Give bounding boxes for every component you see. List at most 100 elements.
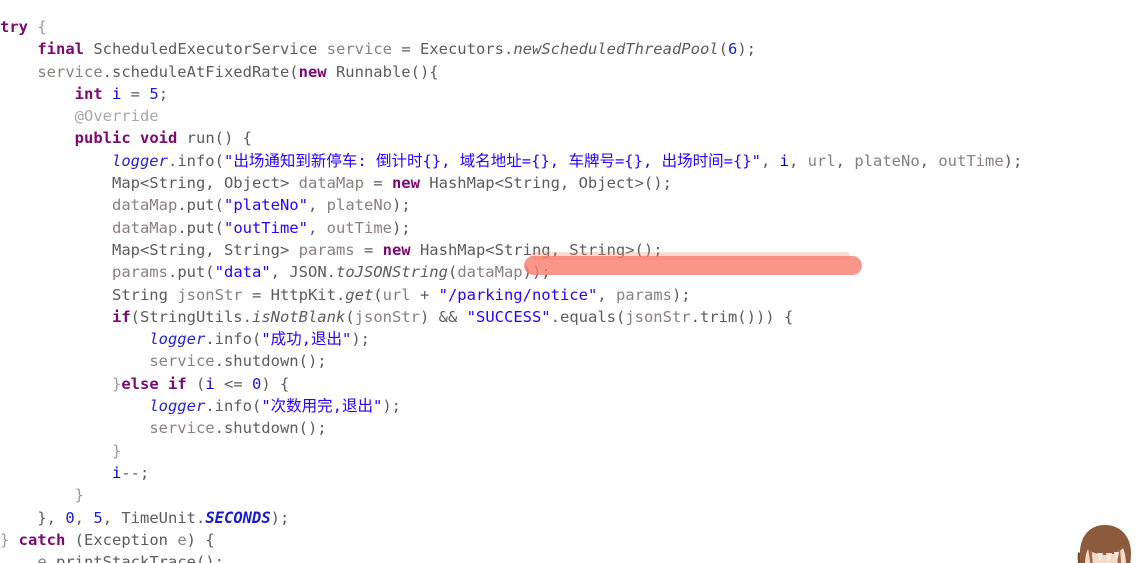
- code-token: "/parking/notice": [438, 285, 598, 304]
- code-token: params: [111, 263, 168, 282]
- code-token: isNotBlank: [251, 307, 346, 326]
- code-token: outTime: [326, 218, 392, 237]
- code-token: if: [111, 307, 131, 326]
- code-line: logger.info("出场通知到新停车: 倒计时{}, 域名地址={}, 车…: [0, 150, 1140, 172]
- code-line: }: [0, 484, 1140, 506]
- code-token: .info(: [205, 330, 262, 349]
- code-line: dataMap.put("outTime", outTime);: [0, 217, 1140, 239]
- code-token: service: [149, 419, 215, 438]
- code-token: );: [391, 196, 411, 215]
- code-line: }, 0, 5, TimeUnit.SECONDS);: [0, 507, 1140, 529]
- code-line: int i = 5;: [0, 83, 1140, 105]
- code-line: logger.info("成功,退出");: [0, 328, 1140, 350]
- code-token: (: [718, 40, 728, 59]
- code-token: jsonStr: [354, 307, 420, 326]
- code-token: void: [140, 129, 178, 148]
- code-token: logger: [111, 151, 168, 170]
- code-token: logger: [149, 397, 206, 416]
- code-token: ,: [919, 151, 939, 170]
- code-token: HashMap<String, Object>();: [419, 174, 672, 193]
- code-token: newScheduledThreadPool: [513, 40, 719, 59]
- code-token: ,: [760, 151, 780, 170]
- code-token: String: [111, 285, 178, 304]
- code-token: .printStackTrace();: [46, 553, 224, 563]
- code-token: ,: [307, 196, 327, 215]
- code-line: service.shutdown();: [0, 417, 1140, 439]
- code-token: else: [121, 374, 159, 393]
- code-line: if(StringUtils.isNotBlank(jsonStr) && "S…: [0, 306, 1140, 328]
- code-token: service: [326, 40, 392, 59]
- code-token: catch: [18, 530, 66, 549]
- code-token: ;: [158, 84, 169, 103]
- code-token: .scheduleAtFixedRate(: [102, 62, 299, 81]
- code-token: i: [112, 84, 122, 103]
- code-token: plateNo: [326, 196, 392, 215]
- code-token: dataMap: [111, 218, 178, 237]
- code-token: i: [111, 463, 122, 482]
- code-token: }: [0, 530, 19, 549]
- code-token: jsonStr: [625, 307, 691, 326]
- code-token: service: [149, 352, 215, 371]
- code-token: HashMap<String, String>();: [410, 240, 663, 259]
- code-token: 0: [65, 508, 75, 527]
- code-token: dataMap: [111, 196, 178, 215]
- code-line: service.shutdown();: [0, 350, 1140, 372]
- code-line: } catch (Exception e) {: [0, 529, 1140, 551]
- code-token: =: [391, 40, 420, 59]
- java-source-code[interactable]: try { final ScheduledExecutorService ser…: [0, 0, 1140, 563]
- code-token: params: [615, 285, 672, 304]
- code-token: url: [807, 151, 836, 170]
- code-token: plateNo: [854, 151, 920, 170]
- code-token: }: [111, 374, 122, 393]
- code-token: ,: [74, 508, 94, 527]
- code-token: (: [373, 285, 383, 304]
- code-token: },: [37, 508, 66, 527]
- code-token: =: [354, 240, 383, 259]
- code-token: i: [779, 151, 789, 170]
- code-token: SECONDS: [205, 508, 271, 527]
- code-token: (: [186, 374, 206, 393]
- code-line: }: [0, 440, 1140, 462]
- code-token: );: [351, 330, 370, 349]
- code-token: "plateNo": [223, 196, 308, 215]
- code-token: .equals(: [550, 307, 626, 326]
- code-token: , JSON.: [270, 263, 336, 282]
- code-line: params.put("data", JSON.toJSONString(dat…: [0, 261, 1140, 283]
- code-line: logger.info("次数用完,退出");: [0, 395, 1140, 417]
- code-token: "data": [214, 263, 271, 282]
- code-token: dataMap: [298, 174, 364, 193]
- code-token: );: [382, 397, 401, 416]
- code-token: "出场通知到新停车: 倒计时{}, 域名地址={}, 车牌号={}, 出场时间=…: [223, 151, 761, 170]
- code-line: public void run() {: [0, 127, 1140, 149]
- code-line: final ScheduledExecutorService service =…: [0, 38, 1140, 60]
- code-token: Executors: [419, 40, 504, 59]
- code-token: service: [37, 62, 103, 81]
- code-token: params: [298, 240, 355, 259]
- code-token: 5: [149, 84, 159, 103]
- code-token: --;: [121, 463, 150, 482]
- code-line: service.scheduleAtFixedRate(new Runnable…: [0, 61, 1140, 83]
- code-token: get: [345, 285, 374, 304]
- code-token: ) {: [261, 374, 290, 393]
- code-token: );: [270, 508, 290, 527]
- code-line: try {: [0, 16, 1140, 38]
- code-token: try: [0, 18, 28, 36]
- code-token: 5: [93, 508, 103, 527]
- code-token: = HttpKit.: [242, 285, 346, 304]
- code-token: toJSONString: [335, 263, 448, 282]
- code-token: e: [177, 530, 187, 549]
- code-token: if: [168, 374, 187, 393]
- code-token: );: [671, 285, 691, 304]
- code-editor-viewport[interactable]: try { final ScheduledExecutorService ser…: [0, 0, 1140, 563]
- code-token: .put(: [167, 263, 215, 282]
